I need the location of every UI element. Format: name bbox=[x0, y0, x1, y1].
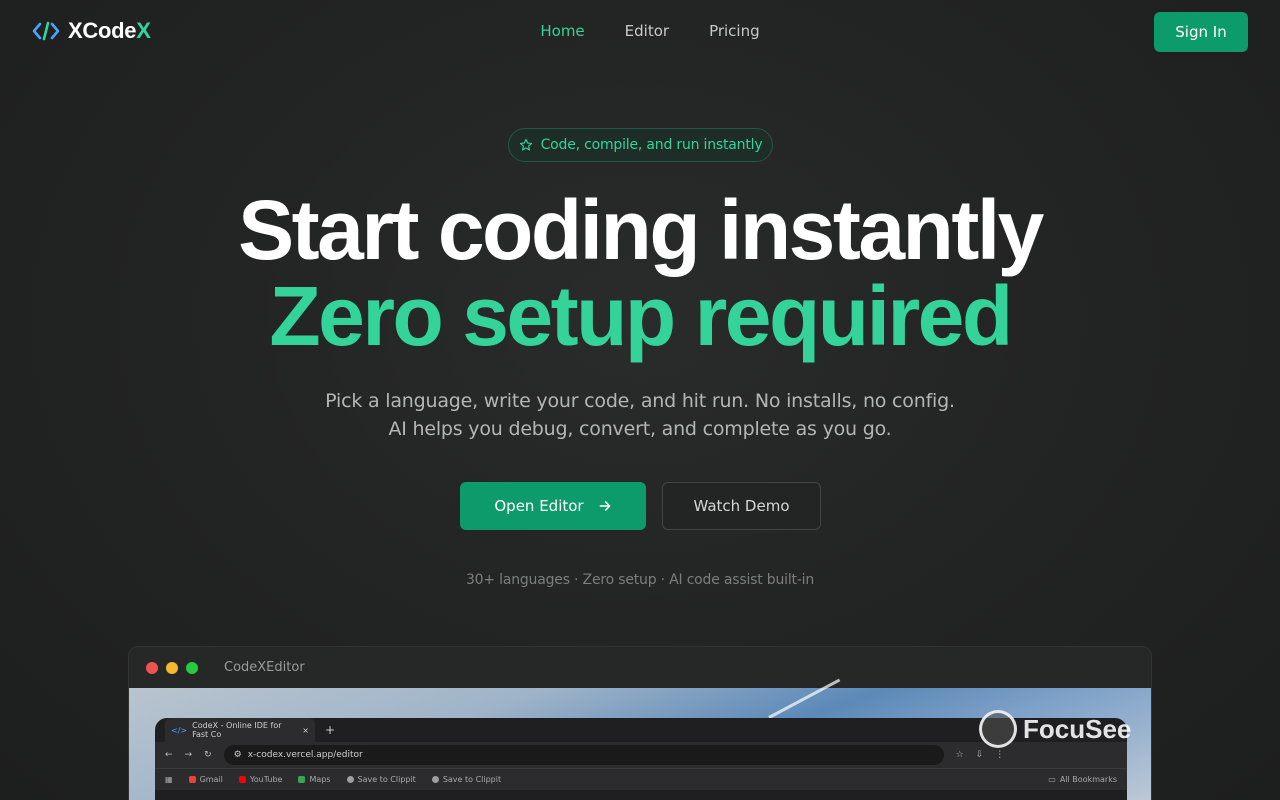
preview-titlebar: CodeXEditor bbox=[129, 647, 1151, 688]
subtitle-line1: Pick a language, write your code, and hi… bbox=[325, 390, 955, 412]
top-nav: XCodeX Home Editor Pricing Sign In bbox=[0, 0, 1280, 64]
star-icon: ☆ bbox=[955, 750, 964, 760]
preview-screenshot: </> CodeX - Online IDE for Fast Co × + ←… bbox=[129, 678, 1151, 800]
apps-icon: ▦ bbox=[165, 775, 173, 784]
code-brackets-icon: </> bbox=[171, 725, 188, 735]
nav-links: Home Editor Pricing bbox=[0, 22, 1280, 40]
watermark-text: FocuSee bbox=[1023, 713, 1132, 744]
browser-tab-title: CodeX - Online IDE for Fast Co bbox=[192, 721, 282, 739]
open-editor-button[interactable]: Open Editor bbox=[460, 482, 646, 530]
browser-tab: </> CodeX - Online IDE for Fast Co × bbox=[165, 718, 315, 742]
menu-icon: ⋮ bbox=[995, 750, 1005, 760]
watch-demo-button[interactable]: Watch Demo bbox=[662, 482, 821, 530]
maximize-dot-icon bbox=[186, 661, 198, 674]
focusee-watermark: FocuSee bbox=[979, 710, 1131, 748]
cursor-ring-icon bbox=[979, 710, 1017, 748]
subtitle-line2: AI helps you debug, convert, and complet… bbox=[388, 418, 892, 440]
bookmarks-bar: ▦ Gmail YouTube Maps Save to Clippit Sav… bbox=[155, 768, 1127, 790]
close-icon: × bbox=[302, 725, 309, 735]
back-icon: ← bbox=[165, 750, 173, 760]
bookmark-maps: Maps bbox=[298, 775, 331, 784]
preview-title: CodeXEditor bbox=[224, 660, 305, 675]
star-icon bbox=[519, 138, 532, 151]
badge-text: Code, compile, and run instantly bbox=[540, 137, 763, 153]
hero-badge: Code, compile, and run instantly bbox=[508, 128, 773, 162]
new-tab-icon: + bbox=[325, 723, 336, 737]
bookmark-clippit-2: Save to Clippit bbox=[431, 775, 501, 784]
browser-url: x-codex.vercel.app/editor bbox=[247, 750, 363, 760]
nav-link-editor[interactable]: Editor bbox=[625, 22, 669, 40]
bookmark-youtube: YouTube bbox=[238, 775, 282, 784]
minimize-dot-icon bbox=[166, 661, 178, 674]
nav-link-home[interactable]: Home bbox=[540, 22, 584, 40]
all-bookmarks: ▭ All Bookmarks bbox=[1048, 775, 1117, 784]
browser-url-bar: ⚙ x-codex.vercel.app/editor bbox=[223, 745, 944, 765]
nav-link-pricing[interactable]: Pricing bbox=[709, 22, 760, 40]
folder-icon: ▭ bbox=[1048, 775, 1056, 784]
bookmark-clippit-1: Save to Clippit bbox=[346, 775, 416, 784]
editor-preview-window: CodeXEditor </> CodeX - Online IDE for F… bbox=[128, 646, 1152, 800]
sign-in-button[interactable]: Sign In bbox=[1154, 12, 1248, 52]
site-info-icon: ⚙ bbox=[233, 750, 242, 760]
arrow-right-icon bbox=[599, 501, 610, 511]
headline-line2: Zero setup required bbox=[269, 269, 1013, 363]
reload-icon: ↻ bbox=[204, 750, 212, 760]
open-editor-label: Open Editor bbox=[494, 497, 584, 515]
download-icon: ⇩ bbox=[975, 750, 984, 760]
forward-icon: → bbox=[184, 750, 193, 760]
feature-list: 30+ languages · Zero setup · AI code ass… bbox=[465, 572, 815, 588]
close-dot-icon bbox=[146, 661, 158, 674]
headline-line1: Start coding instantly bbox=[238, 183, 1044, 277]
bookmark-gmail: Gmail bbox=[188, 775, 223, 784]
